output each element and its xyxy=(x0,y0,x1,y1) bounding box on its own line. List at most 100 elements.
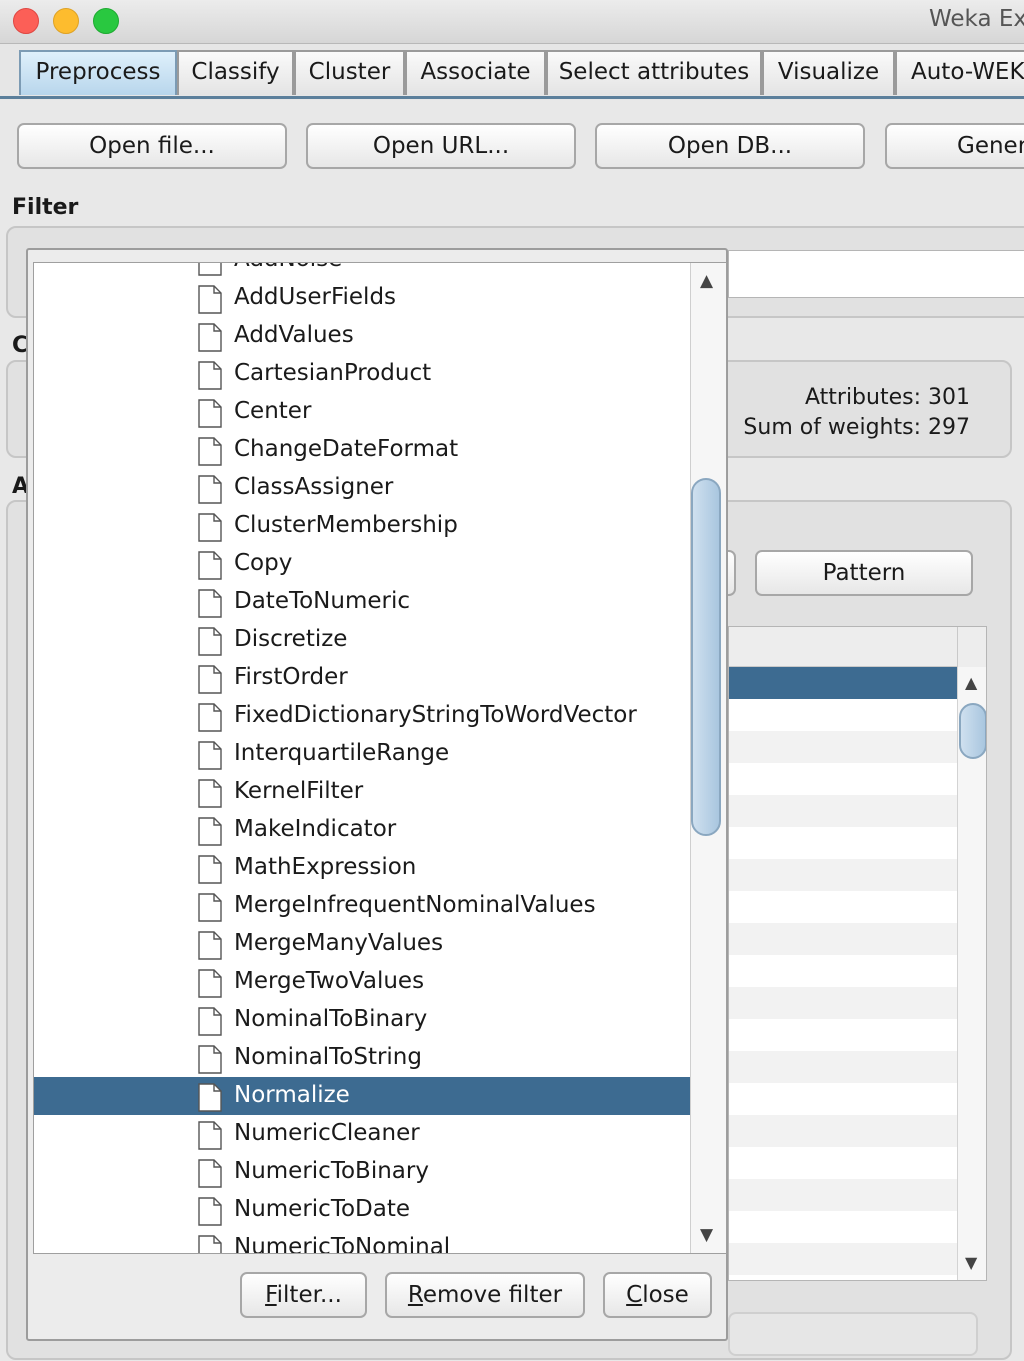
file-icon xyxy=(198,779,222,808)
file-icon xyxy=(198,285,222,314)
file-icon xyxy=(198,893,222,922)
tab-classify[interactable]: Classify xyxy=(177,50,294,95)
list-item[interactable]: Center xyxy=(34,393,690,431)
file-icon xyxy=(198,1235,222,1253)
attribute-list-header xyxy=(729,627,957,667)
close-button[interactable]: Close xyxy=(603,1272,712,1318)
list-item[interactable]: NominalToBinary xyxy=(34,1001,690,1039)
table-row[interactable] xyxy=(729,987,957,1019)
table-row[interactable] xyxy=(729,731,957,763)
list-item[interactable]: NominalToString xyxy=(34,1039,690,1077)
filter-item-label: AddUserFields xyxy=(234,284,397,310)
filter-button[interactable]: Filter... xyxy=(240,1272,367,1318)
pattern-button[interactable]: Pattern xyxy=(755,550,973,596)
filter-item-label: KernelFilter xyxy=(234,778,364,804)
list-item[interactable]: DateToNumeric xyxy=(34,583,690,621)
filter-tree[interactable]: AddNoise AddUserFields AddValues Cartesi… xyxy=(33,262,727,1254)
open-url-button[interactable]: Open URL... xyxy=(306,123,576,169)
close-window-icon[interactable] xyxy=(13,8,39,34)
list-item[interactable]: InterquartileRange xyxy=(34,735,690,773)
list-item[interactable]: NumericToDate xyxy=(34,1191,690,1229)
filter-item-label: Normalize xyxy=(234,1082,350,1108)
generate-button[interactable]: Generate... xyxy=(885,123,1024,169)
relation-stats: Attributes: 301 Sum of weights: 297 xyxy=(740,383,970,443)
table-row[interactable] xyxy=(729,1243,957,1275)
file-icon xyxy=(198,969,222,998)
file-icon xyxy=(198,1083,222,1112)
table-row[interactable] xyxy=(729,667,957,699)
list-item[interactable]: AddUserFields xyxy=(34,279,690,317)
scroll-up-arrow-icon[interactable]: ▲ xyxy=(965,673,977,692)
table-row[interactable] xyxy=(729,923,957,955)
zoom-window-icon[interactable] xyxy=(93,8,119,34)
file-icon xyxy=(198,475,222,504)
filter-button-mnemonic: F xyxy=(265,1282,277,1308)
list-item[interactable]: ClusterMembership xyxy=(34,507,690,545)
list-item[interactable]: Discretize xyxy=(34,621,690,659)
list-item[interactable]: NumericToBinary xyxy=(34,1153,690,1191)
filter-item-label: Copy xyxy=(234,550,293,576)
file-icon xyxy=(198,1007,222,1036)
list-item[interactable]: MathExpression xyxy=(34,849,690,887)
remove-button-fragment[interactable] xyxy=(728,1312,978,1356)
table-row[interactable] xyxy=(729,859,957,891)
list-item[interactable]: MakeIndicator xyxy=(34,811,690,849)
tab-strip: Preprocess Classify Cluster Associate Se… xyxy=(0,44,1024,100)
attribute-list-scrollbar[interactable]: ▲ ▼ xyxy=(957,667,986,1280)
file-icon xyxy=(198,741,222,770)
file-icon xyxy=(198,437,222,466)
list-item[interactable]: FixedDictionaryStringToWordVector xyxy=(34,697,690,735)
filter-field[interactable] xyxy=(728,250,1024,298)
attribute-list-corner xyxy=(957,627,986,667)
list-item[interactable]: MergeTwoValues xyxy=(34,963,690,1001)
filter-item-label: AddNoise xyxy=(234,263,342,274)
remove-filter-button[interactable]: Remove filter xyxy=(385,1272,585,1318)
list-item[interactable]: CartesianProduct xyxy=(34,355,690,393)
file-icon xyxy=(198,263,222,276)
filter-item-label: FirstOrder xyxy=(234,664,348,690)
tab-associate[interactable]: Associate xyxy=(405,50,546,95)
tab-auto-weka[interactable]: Auto-WEKA xyxy=(895,50,1024,95)
tab-preprocess[interactable]: Preprocess xyxy=(19,50,177,95)
list-item[interactable]: ChangeDateFormat xyxy=(34,431,690,469)
filter-item-label: MergeInfrequentNominalValues xyxy=(234,892,596,918)
table-row[interactable] xyxy=(729,795,957,827)
file-icon xyxy=(198,1121,222,1150)
tab-select-attributes[interactable]: Select attributes xyxy=(546,50,762,95)
list-item[interactable]: FirstOrder xyxy=(34,659,690,697)
scroll-up-arrow-icon[interactable]: ▲ xyxy=(700,271,713,291)
file-icon xyxy=(198,665,222,694)
file-icon xyxy=(198,1197,222,1226)
scrollbar-thumb[interactable] xyxy=(691,478,721,836)
scroll-down-arrow-icon[interactable]: ▼ xyxy=(700,1225,713,1245)
table-row[interactable] xyxy=(729,1115,957,1147)
list-item[interactable]: AddValues xyxy=(34,317,690,355)
list-item[interactable]: KernelFilter xyxy=(34,773,690,811)
remove-filter-mnemonic: R xyxy=(407,1282,423,1308)
list-item-selected[interactable]: Normalize xyxy=(34,1077,690,1115)
list-item[interactable]: Copy xyxy=(34,545,690,583)
scroll-down-arrow-icon[interactable]: ▼ xyxy=(965,1253,977,1272)
tab-visualize[interactable]: Visualize xyxy=(762,50,895,95)
open-file-button[interactable]: Open file... xyxy=(17,123,287,169)
filter-item-label: InterquartileRange xyxy=(234,740,450,766)
file-icon xyxy=(198,589,222,618)
list-item[interactable]: NumericToNominal xyxy=(34,1229,690,1253)
filter-item-label: Discretize xyxy=(234,626,348,652)
list-item[interactable]: NumericCleaner xyxy=(34,1115,690,1153)
open-db-button[interactable]: Open DB... xyxy=(595,123,865,169)
list-item[interactable]: ClassAssigner xyxy=(34,469,690,507)
minimize-window-icon[interactable] xyxy=(53,8,79,34)
tab-cluster[interactable]: Cluster xyxy=(294,50,405,95)
scrollbar-thumb[interactable] xyxy=(959,703,986,759)
list-item[interactable]: MergeInfrequentNominalValues xyxy=(34,887,690,925)
table-row[interactable] xyxy=(729,1051,957,1083)
filter-item-label: Center xyxy=(234,398,312,424)
file-icon xyxy=(198,1159,222,1188)
file-icon xyxy=(198,1045,222,1074)
table-row[interactable] xyxy=(729,1179,957,1211)
weights-value: 297 xyxy=(928,415,970,440)
list-item[interactable]: AddNoise xyxy=(34,263,690,279)
list-item[interactable]: MergeManyValues xyxy=(34,925,690,963)
attribute-list[interactable]: ▲ ▼ xyxy=(728,626,987,1281)
